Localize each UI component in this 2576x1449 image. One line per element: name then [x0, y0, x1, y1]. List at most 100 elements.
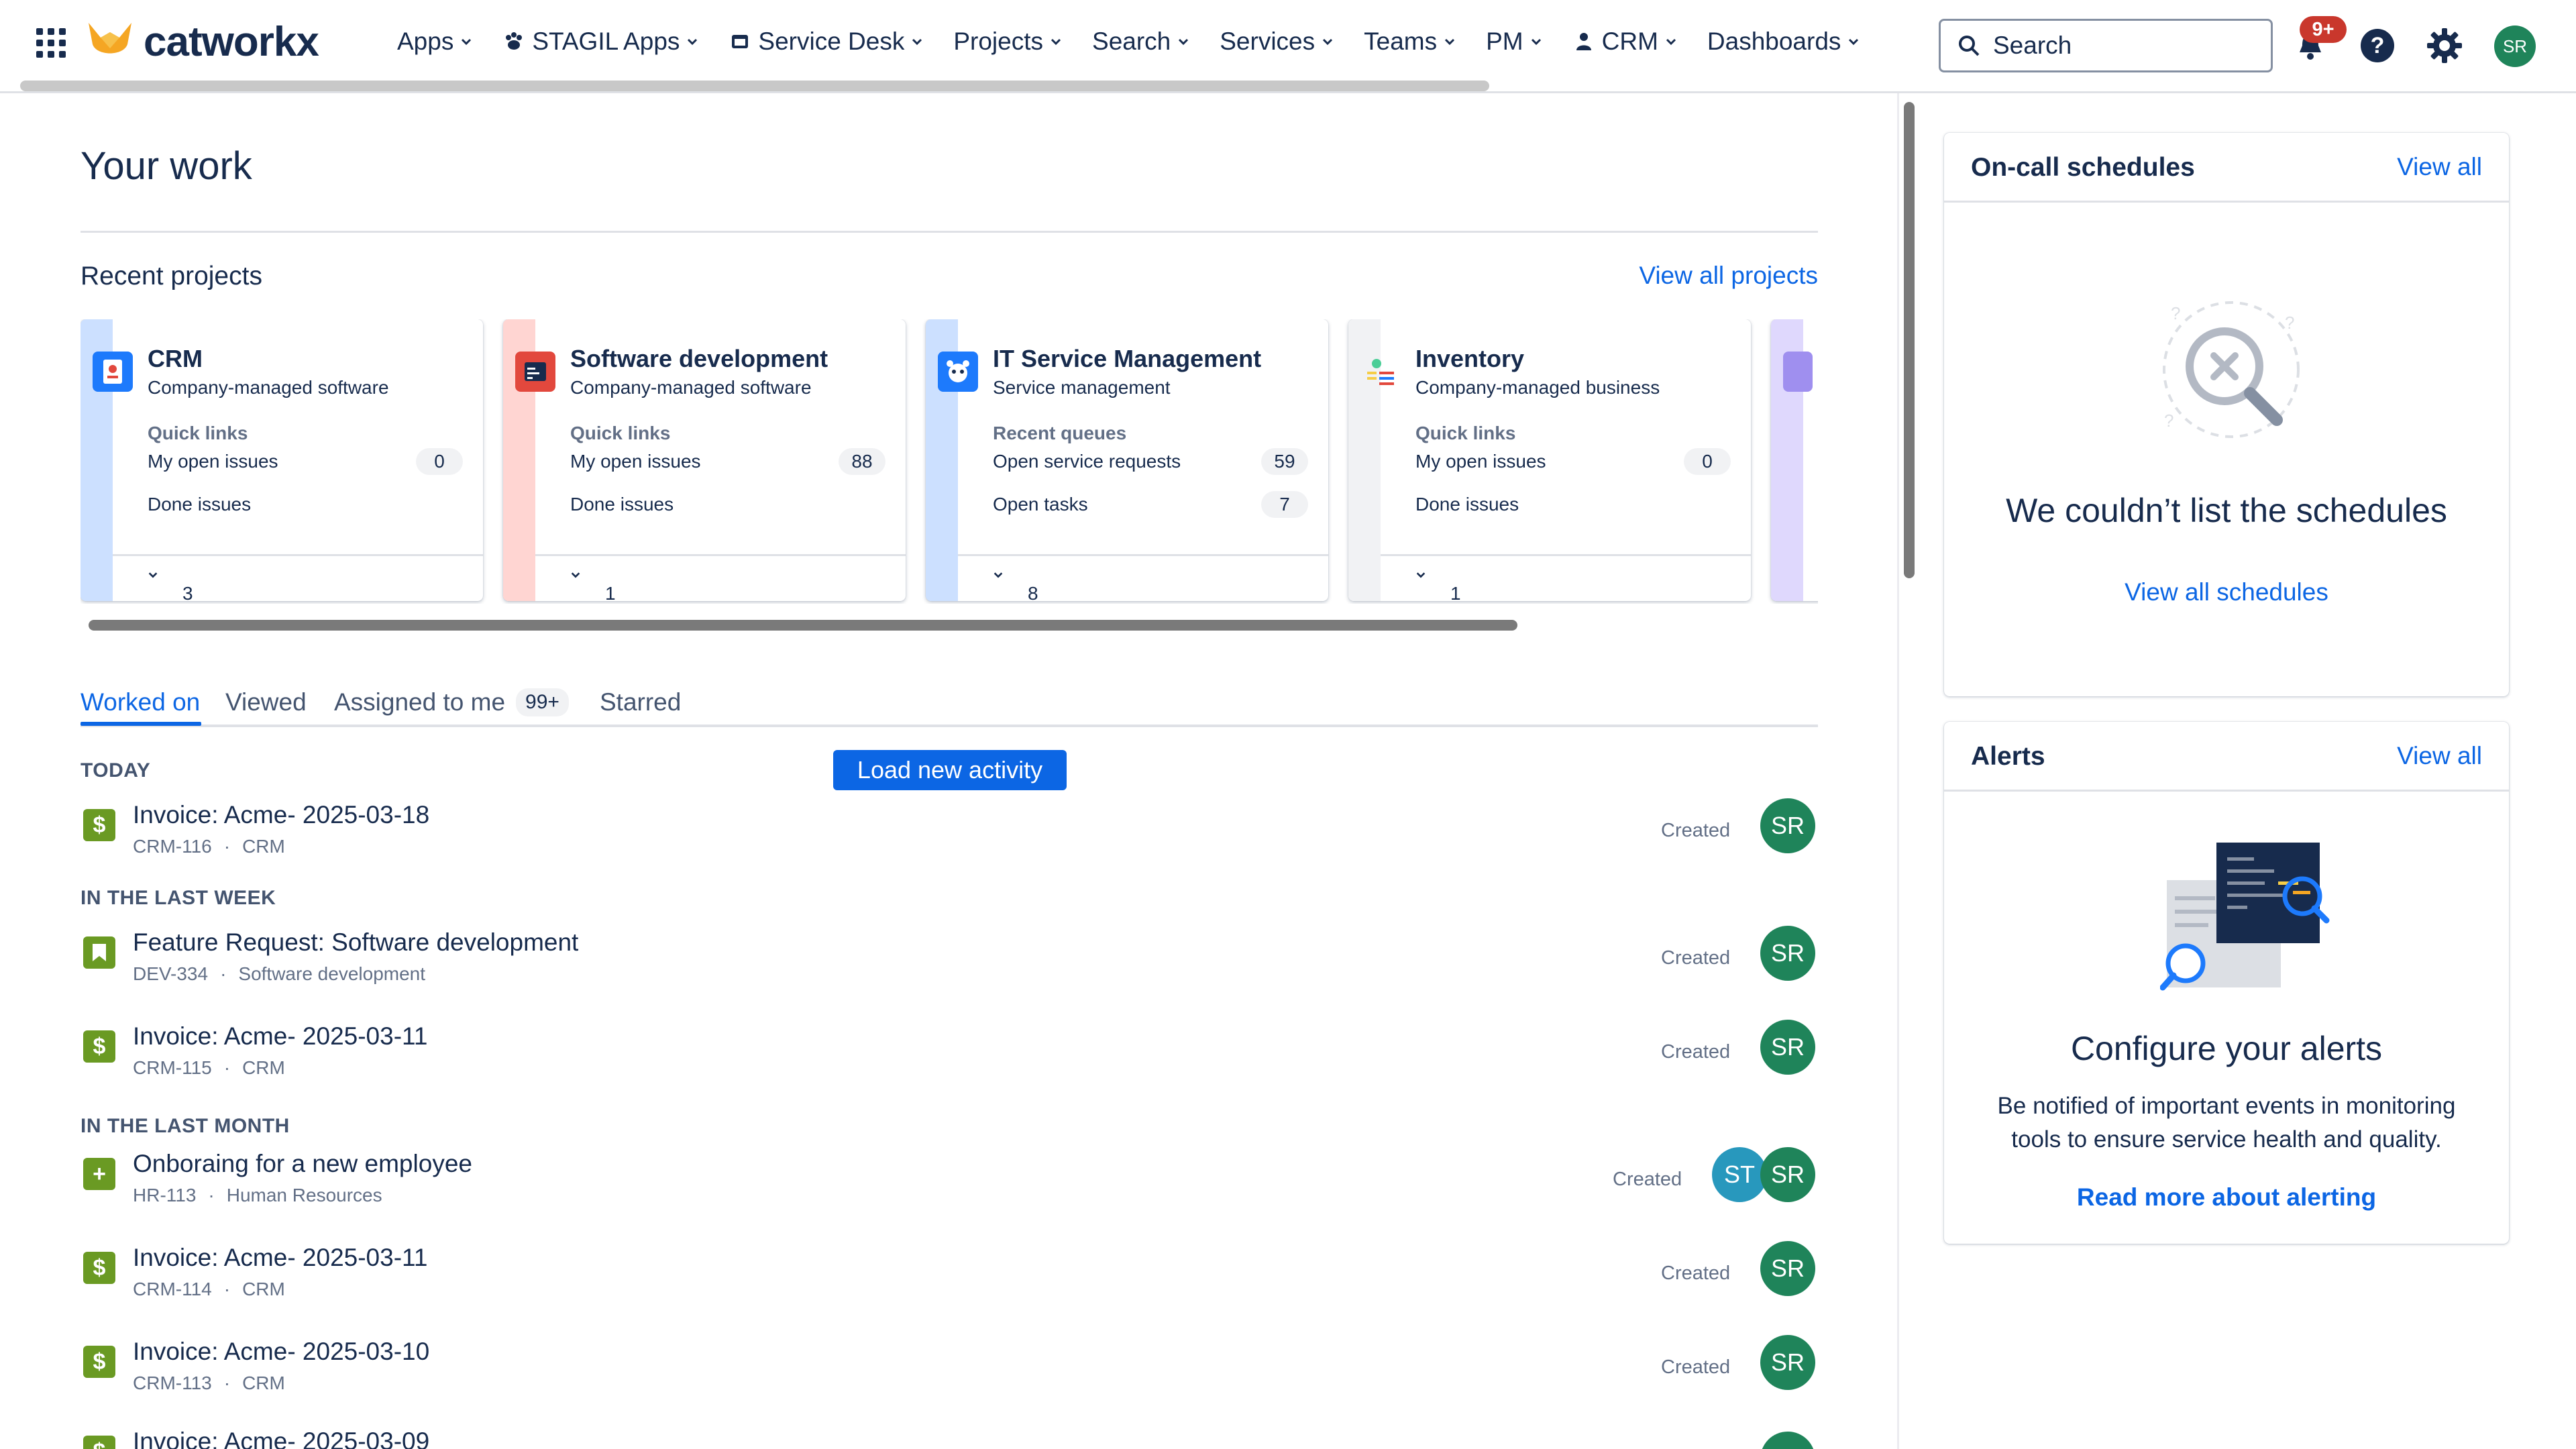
project-name[interactable]: Inventory [1415, 345, 1524, 373]
separator-dot: · [223, 1279, 231, 1299]
activity-status: Created [1661, 820, 1731, 841]
issue-meta: HR-113 · Human Resources [133, 1185, 382, 1206]
nav-stagil-apps[interactable]: STAGIL Apps [502, 28, 698, 56]
main-menu: Apps STAGIL Apps Service Desk Projects S… [397, 20, 1890, 63]
quick-link-row[interactable]: My open issues 0 [148, 447, 463, 476]
boards-count: 1 board [605, 583, 616, 601]
queues-dropdown[interactable]: 8 queues [993, 570, 1038, 601]
view-all-projects-link[interactable]: View all projects [1639, 262, 1818, 290]
tab-viewed[interactable]: Viewed [225, 688, 307, 716]
issue-title[interactable]: Onboraing for a new employee [133, 1150, 472, 1178]
project-name[interactable]: CRM [148, 345, 203, 373]
chevron-down-icon [1849, 38, 1859, 46]
user-avatar[interactable]: SR [2494, 25, 2536, 67]
nav-teams[interactable]: Teams [1364, 28, 1456, 56]
queue-row[interactable]: Open service requests 59 [993, 447, 1308, 476]
quick-link-row[interactable]: My open issues 0 [1415, 447, 1731, 476]
main-vertical-scrollbar[interactable] [1904, 102, 1915, 578]
panel-title: Alerts [1971, 742, 2045, 771]
activity-item[interactable]: $ Invoice: Acme- 2025-03-10 CRM-113 · CRM … [80, 1334, 1818, 1401]
issue-title[interactable]: Invoice: Acme- 2025-03-11 [133, 1022, 427, 1051]
issue-title[interactable]: Invoice: Acme- 2025-03-09 [133, 1428, 429, 1449]
read-more-alerting-link[interactable]: Read more about alerting [1944, 1183, 2509, 1212]
issue-title[interactable]: Invoice: Acme- 2025-03-11 [133, 1244, 427, 1272]
app-switcher-grid-icon[interactable] [36, 28, 66, 58]
nav-pm[interactable]: PM [1486, 28, 1542, 56]
avatar[interactable]: SR [1760, 1147, 1815, 1202]
activity-status: Created [1613, 1169, 1682, 1190]
window-icon [732, 35, 749, 48]
avatar[interactable]: SR [1760, 926, 1815, 981]
activity-item[interactable]: $ Invoice: Acme- 2025-03-11 CRM-115 · CRM … [80, 1018, 1818, 1085]
nav-service-desk[interactable]: Service Desk [729, 28, 923, 56]
nav-services[interactable]: Services [1220, 28, 1334, 56]
issue-project: CRM [242, 1373, 285, 1393]
quick-link-row[interactable]: My open issues 88 [570, 447, 885, 476]
settings-gear-icon[interactable] [2426, 27, 2463, 64]
nav-horizontal-scrollbar[interactable] [20, 80, 1489, 91]
activity-item[interactable]: $ Invoice: Acme- 2025-03-18 CRM-116 · CRM … [80, 797, 1818, 864]
boards-dropdown[interactable]: 3 boards [148, 570, 193, 601]
tab-label: Starred [600, 688, 682, 716]
project-card-inventory[interactable]: Inventory Company-managed business Quick… [1348, 319, 1751, 601]
project-type: Company-managed business [1415, 377, 1660, 398]
activity-item[interactable]: Feature Request: Software development DE… [80, 924, 1818, 991]
activity-item[interactable]: $ Invoice: Acme- 2025-03-09 SR [80, 1428, 1818, 1449]
nav-search[interactable]: Search [1092, 28, 1189, 56]
queue-row[interactable]: Open tasks 7 [993, 490, 1308, 519]
nav-projects[interactable]: Projects [953, 28, 1062, 56]
tab-worked-on[interactable]: Worked on [80, 688, 200, 716]
boards-dropdown[interactable]: 1 board [1415, 570, 1461, 601]
load-new-activity-button[interactable]: Load new activity [833, 750, 1067, 790]
nav-apps[interactable]: Apps [397, 28, 472, 56]
nav-label: PM [1486, 28, 1523, 55]
alerts-view-all-link[interactable]: View all [2397, 742, 2482, 770]
project-name[interactable]: Software development [570, 345, 828, 373]
separator-dot: · [223, 836, 231, 857]
activity-item[interactable]: $ Invoice: Acme- 2025-03-11 CRM-114 · CRM … [80, 1240, 1818, 1307]
plus-icon: + [83, 1158, 115, 1190]
quick-link-row[interactable]: Done issues [148, 490, 463, 519]
quick-link-row[interactable]: Done issues [570, 490, 885, 519]
issue-project: CRM [242, 1057, 285, 1078]
nav-crm[interactable]: CRM [1572, 28, 1677, 56]
search-field[interactable] [1939, 19, 2273, 72]
nav-label: STAGIL Apps [532, 28, 680, 55]
avatar[interactable]: SR [1760, 1335, 1815, 1390]
chevron-down-icon [148, 572, 158, 578]
projects-horizontal-scrollbar[interactable] [89, 620, 1517, 631]
quick-link-row[interactable]: Done issues [1415, 490, 1731, 519]
issue-title[interactable]: Invoice: Acme- 2025-03-18 [133, 801, 429, 829]
boards-dropdown[interactable]: 1 board [570, 570, 616, 601]
card-footer: 3 boards [113, 554, 483, 601]
view-all-schedules-link[interactable]: View all schedules [1944, 578, 2509, 606]
avatar[interactable]: SR [1760, 1020, 1815, 1075]
avatar[interactable]: ST [1712, 1147, 1767, 1202]
top-navigation: catworkx Apps STAGIL Apps Service Desk P… [0, 0, 2576, 93]
quick-link-label: My open issues [1415, 451, 1546, 472]
itsm-project-icon [938, 352, 978, 392]
activity-item[interactable]: + Onboraing for a new employee HR-113 · Hu… [80, 1146, 1818, 1213]
project-card-partial[interactable] [1771, 319, 1818, 601]
project-card-it-service-management[interactable]: IT Service Management Service management… [926, 319, 1328, 601]
catworkx-logo[interactable]: catworkx [86, 15, 319, 68]
issue-meta: CRM-115 · CRM [133, 1057, 285, 1079]
issue-count-badge: 0 [416, 448, 463, 475]
chevron-down-icon [912, 38, 922, 46]
project-card-software-development[interactable]: Software development Company-managed sof… [503, 319, 906, 601]
issue-title[interactable]: Feature Request: Software development [133, 928, 578, 957]
tab-assigned-to-me[interactable]: Assigned to me 99+ [334, 688, 569, 716]
chevron-down-icon [994, 572, 1003, 578]
nav-dashboards[interactable]: Dashboards [1707, 28, 1860, 56]
issue-key: HR-113 [133, 1185, 197, 1205]
help-icon[interactable]: ? [2359, 27, 2396, 64]
avatar[interactable]: SR [1760, 798, 1815, 853]
issue-title[interactable]: Invoice: Acme- 2025-03-10 [133, 1338, 429, 1366]
avatar[interactable]: SR [1760, 1241, 1815, 1296]
tab-starred[interactable]: Starred [600, 688, 681, 716]
avatar[interactable]: SR [1760, 1432, 1815, 1449]
project-card-crm[interactable]: CRM Company-managed software Quick links… [80, 319, 483, 601]
search-input[interactable] [1993, 32, 2248, 60]
project-name[interactable]: IT Service Management [993, 345, 1261, 373]
oncall-view-all-link[interactable]: View all [2397, 153, 2482, 181]
